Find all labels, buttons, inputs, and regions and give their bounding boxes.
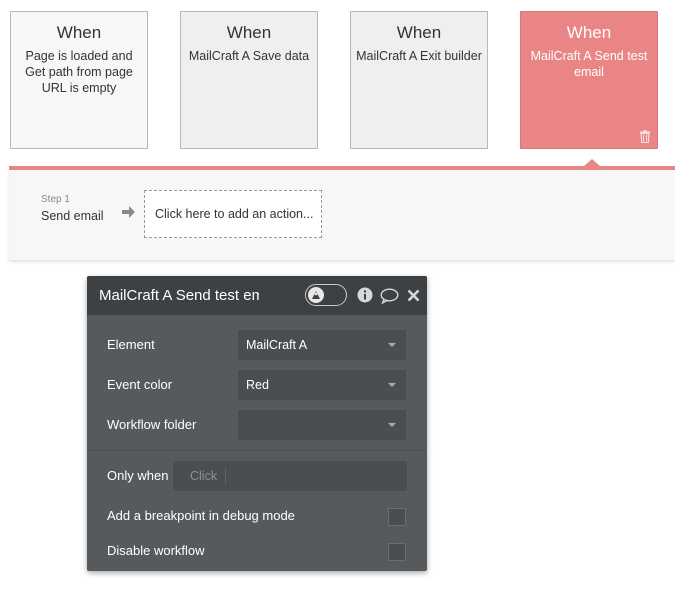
only-when-input[interactable]: Click: [173, 461, 407, 491]
panel-title[interactable]: MailCraft A Send test em: [99, 287, 259, 305]
disable-workflow-checkbox[interactable]: [388, 543, 406, 561]
event-description: Page is loaded and Get path from page UR…: [25, 49, 133, 95]
event-description: MailCraft A Save data: [188, 49, 310, 63]
only-when-label: Only when: [107, 468, 169, 483]
chevron-down-icon: [388, 383, 396, 387]
panel-header: MailCraft A Send test em: [87, 276, 427, 315]
event-when-label: When: [56, 23, 102, 42]
workflow-steps-area: Step 1 Send email Click here to add an a…: [9, 170, 675, 260]
step-name: Send email: [41, 209, 104, 223]
event-color-dropdown[interactable]: Red: [238, 370, 406, 400]
workflow-folder-dropdown[interactable]: [238, 410, 406, 440]
event-card-send-test-email[interactable]: When MailCraft A Send test email: [520, 11, 658, 149]
person-icon: [312, 291, 320, 299]
event-color-dropdown-value: Red: [246, 378, 269, 392]
close-icon[interactable]: [407, 289, 420, 302]
element-dropdown[interactable]: MailCraft A: [238, 330, 406, 360]
trash-icon[interactable]: [639, 130, 651, 143]
arrow-right-icon: [122, 206, 135, 218]
workflow-editor: When Page is loaded and Get path from pa…: [0, 0, 675, 589]
event-when-label: When: [226, 23, 272, 42]
event-description: MailCraft A Exit builder: [356, 49, 482, 63]
breakpoint-checkbox[interactable]: [388, 508, 406, 526]
event-description: MailCraft A Send test email: [530, 49, 648, 79]
event-color-label: Event color: [107, 377, 173, 392]
only-when-placeholder: Click: [180, 467, 227, 485]
event-when-label: When: [566, 23, 612, 42]
toggle-knob: [308, 287, 324, 303]
person-toggle[interactable]: [305, 284, 347, 306]
panel-divider: [87, 450, 427, 451]
event-card-exit-builder[interactable]: When MailCraft A Exit builder: [350, 11, 488, 149]
info-icon[interactable]: [357, 287, 373, 303]
event-card-page-loaded[interactable]: When Page is loaded and Get path from pa…: [10, 11, 148, 149]
chevron-down-icon: [388, 423, 396, 427]
event-card-save-data[interactable]: When MailCraft A Save data: [180, 11, 318, 149]
breakpoint-label: Add a breakpoint in debug mode: [107, 508, 295, 523]
element-dropdown-value: MailCraft A: [246, 338, 308, 352]
event-when-label: When: [396, 23, 442, 42]
step-number: Step 1: [41, 194, 70, 205]
comment-icon[interactable]: [380, 288, 399, 304]
event-property-editor: MailCraft A Send test em Element MailCra…: [87, 276, 427, 571]
workflow-step-1[interactable]: Step 1 Send email: [41, 194, 104, 224]
workflow-folder-label: Workflow folder: [107, 417, 197, 432]
element-label: Element: [107, 337, 155, 352]
disable-workflow-label: Disable workflow: [107, 543, 205, 558]
chevron-down-icon: [388, 343, 396, 347]
add-action-button[interactable]: Click here to add an action...: [144, 190, 322, 238]
